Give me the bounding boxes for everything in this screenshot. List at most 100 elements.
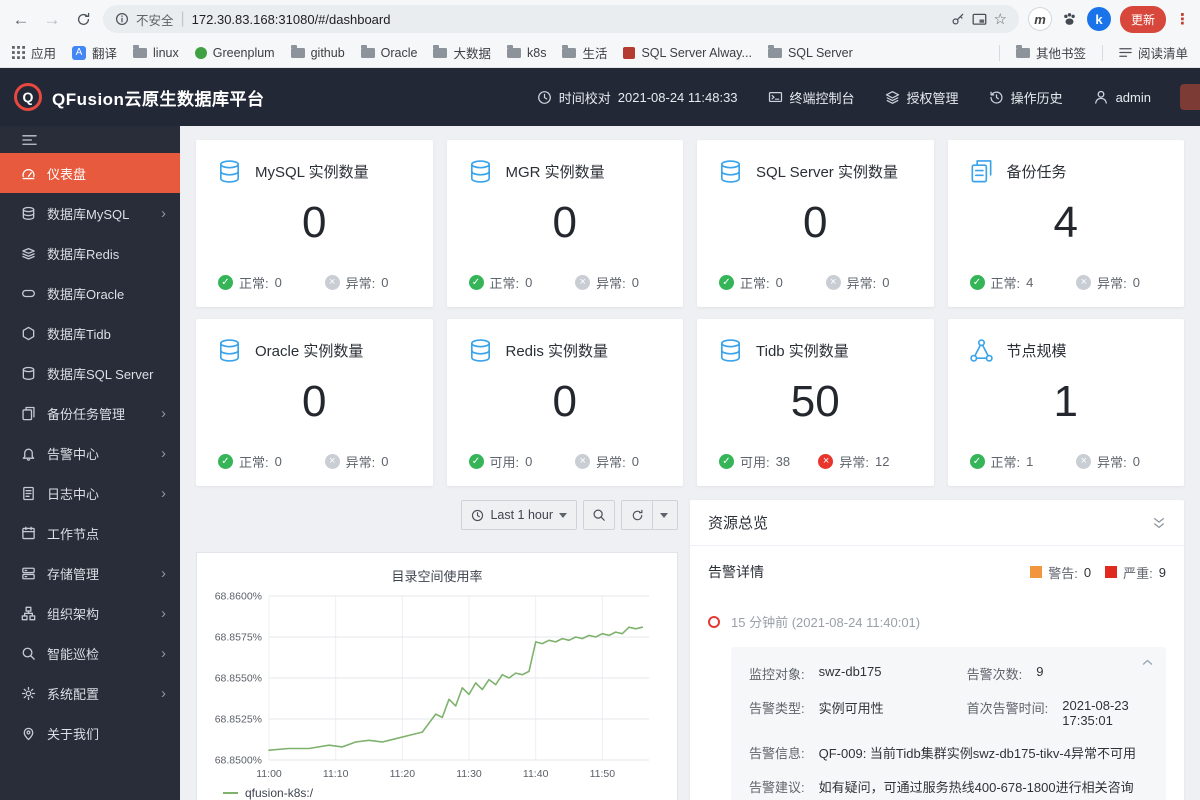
bookmark-label: 大数据 xyxy=(453,47,491,61)
terminal-icon xyxy=(768,91,782,102)
x-circle-icon xyxy=(1076,454,1092,469)
translate-icon: A xyxy=(72,45,87,60)
browser-toolbar: ← → 不安全 | 172.30.83.168:31080/#/dashboar… xyxy=(0,0,1200,38)
bookmark-folder-life[interactable]: 生活 xyxy=(562,43,607,62)
resource-overview-panel: 资源总览 告警详情 警告: 0 严重: 9 15 分钟前 (2021-08-24… xyxy=(690,500,1184,800)
sidebar-item-oracle[interactable]: 数据库Oracle xyxy=(0,273,180,313)
app-title: QFusion云原生数据库平台 xyxy=(52,89,265,109)
terminal-console-item[interactable]: 终端控制台 xyxy=(753,68,870,126)
key-icon[interactable] xyxy=(951,12,965,26)
stat-card-redis: Redis 实例数量 0 可用:0 异常:0 xyxy=(446,319,683,486)
magnifier-icon xyxy=(22,647,35,660)
card-stat-abnormal: 异常:12 xyxy=(818,452,890,471)
bookmark-folder-bigdata[interactable]: 大数据 xyxy=(433,43,491,62)
folder-icon xyxy=(767,45,782,58)
time-range-button[interactable]: Last 1 hour xyxy=(461,500,577,530)
bookmark-folder-k8s[interactable]: k8s xyxy=(507,45,546,60)
svg-text:11:10: 11:10 xyxy=(323,768,349,780)
check-circle-icon xyxy=(218,454,233,469)
bookmark-sqlserver-always[interactable]: SQL Server Alway... xyxy=(623,46,752,60)
collapse-up-icon[interactable] xyxy=(1141,656,1154,669)
sidebar-item-mysql[interactable]: 数据库MySQL › xyxy=(0,193,180,233)
sidebar-item-inspection[interactable]: 智能巡检 › xyxy=(0,633,180,673)
chart-legend[interactable]: qfusion-k8s:/ xyxy=(207,784,667,800)
alert-field-message: 告警信息: QF-009: 当前Tidb集群实例swz-db175-tikv-4异… xyxy=(749,746,1136,761)
sidebar-item-tidb[interactable]: 数据库Tidb xyxy=(0,313,180,353)
alert-field-suggestion: 告警建议: 如有疑问，可通过服务热线400-678-1800进行相关咨询 xyxy=(749,780,1134,795)
menu-collapse-icon[interactable] xyxy=(22,134,37,146)
sidebar-item-dashboard[interactable]: 仪表盘 xyxy=(0,153,180,193)
sidebar-item-redis[interactable]: 数据库Redis xyxy=(0,233,180,273)
refresh-interval-caret[interactable] xyxy=(652,501,668,529)
tidb-icon xyxy=(22,326,35,340)
chevron-right-icon: › xyxy=(161,404,166,422)
address-bar[interactable]: 不安全 | 172.30.83.168:31080/#/dashboard ☆ xyxy=(103,5,1019,33)
card-title: Redis 实例数量 xyxy=(505,343,609,360)
sidebar-item-work-nodes[interactable]: 工作节点 xyxy=(0,513,180,553)
bookmark-star-icon[interactable]: ☆ xyxy=(994,10,1007,28)
x-circle-icon xyxy=(1076,275,1092,290)
site-monogram-avatar[interactable]: m xyxy=(1027,7,1052,31)
sidebar-item-log-center[interactable]: 日志中心 › xyxy=(0,473,180,513)
sidebar-item-organization[interactable]: 组织架构 › xyxy=(0,593,180,633)
reading-list-button[interactable]: 阅读清单 xyxy=(1119,43,1188,62)
card-stat-available: 可用:38 xyxy=(719,452,790,471)
operation-history-item[interactable]: 操作历史 xyxy=(974,68,1078,126)
chevron-right-icon: › xyxy=(161,444,166,462)
folder-icon xyxy=(507,45,521,58)
user-icon xyxy=(1094,90,1107,104)
bookmark-label: 翻译 xyxy=(92,47,118,61)
bookmark-label: SQL Server xyxy=(787,45,853,60)
sidebar: 仪表盘 数据库MySQL › 数据库Redis 数据库Oracle 数据库Tid… xyxy=(0,126,180,800)
bookmark-translate[interactable]: A 翻译 xyxy=(72,43,117,62)
chart-column: Last 1 hour 目录空间使用率 11:00 11:10 11:20 11:30… xyxy=(196,500,678,800)
time-sync-item[interactable]: 时间校对 2021-08-24 11:48:33 xyxy=(522,68,753,126)
legend-critical: 严重: 9 xyxy=(1105,563,1166,582)
other-bookmarks[interactable]: 其他书签 xyxy=(1015,43,1086,62)
terminal-console-label: 终端控制台 xyxy=(789,90,855,106)
sidebar-item-about[interactable]: 关于我们 xyxy=(0,713,180,753)
zoom-out-button[interactable] xyxy=(583,500,615,530)
extension-paw-icon[interactable] xyxy=(1061,11,1078,28)
media-controls-icon[interactable] xyxy=(972,13,987,26)
resource-overview-title: 资源总览 xyxy=(708,515,769,532)
gauge-icon xyxy=(22,168,35,179)
user-menu-item[interactable]: admin xyxy=(1078,68,1166,126)
check-circle-icon xyxy=(969,275,985,290)
refresh-button[interactable] xyxy=(621,500,678,530)
collapse-double-chevron-icon[interactable] xyxy=(1152,516,1166,530)
svg-text:68.8575%: 68.8575% xyxy=(215,632,262,644)
x-circle-icon xyxy=(825,275,841,290)
bookmark-folder-linux[interactable]: linux xyxy=(133,45,179,60)
sidebar-item-alert-center[interactable]: 告警中心 › xyxy=(0,433,180,473)
bookmark-folder-sqlserver[interactable]: SQL Server xyxy=(767,45,853,60)
sidebar-item-system-config[interactable]: 系统配置 › xyxy=(0,673,180,713)
forward-icon[interactable]: → xyxy=(41,11,63,28)
update-button[interactable]: 更新 xyxy=(1119,5,1166,33)
info-icon[interactable] xyxy=(115,12,129,26)
bookmark-folder-github[interactable]: github xyxy=(290,45,345,60)
copy-document-icon xyxy=(22,406,35,420)
check-circle-icon xyxy=(719,454,734,469)
bookmark-greenplum[interactable]: Greenplum xyxy=(194,46,275,60)
alert-field-target: 监控对象: swz-db175 xyxy=(749,664,882,682)
alert-field-count: 告警次数: 9 xyxy=(966,664,1044,682)
sidebar-item-storage[interactable]: 存储管理 › xyxy=(0,553,180,593)
header-corner-icon[interactable] xyxy=(1180,84,1200,110)
refresh-icon[interactable] xyxy=(72,12,94,27)
x-circle-icon xyxy=(575,454,591,469)
sidebar-item-backup[interactable]: 备份任务管理 › xyxy=(0,393,180,433)
profile-avatar[interactable]: k xyxy=(1086,7,1111,31)
authorization-item[interactable]: 授权管理 xyxy=(870,68,974,126)
back-icon[interactable]: ← xyxy=(10,11,32,28)
check-circle-icon xyxy=(468,275,484,290)
card-stat-abnormal: 异常:0 xyxy=(324,452,389,471)
browser-menu-icon[interactable]: ⋮ xyxy=(1175,10,1190,28)
x-circle-icon xyxy=(575,275,591,290)
card-value: 0 xyxy=(552,377,577,426)
svg-text:68.8500%: 68.8500% xyxy=(215,755,262,767)
bookmark-folder-oracle[interactable]: Oracle xyxy=(360,45,417,60)
sidebar-item-sqlserver[interactable]: 数据库SQL Server xyxy=(0,353,180,393)
bookmark-apps[interactable]: 应用 xyxy=(12,43,56,62)
bookmark-label: linux xyxy=(153,45,179,60)
